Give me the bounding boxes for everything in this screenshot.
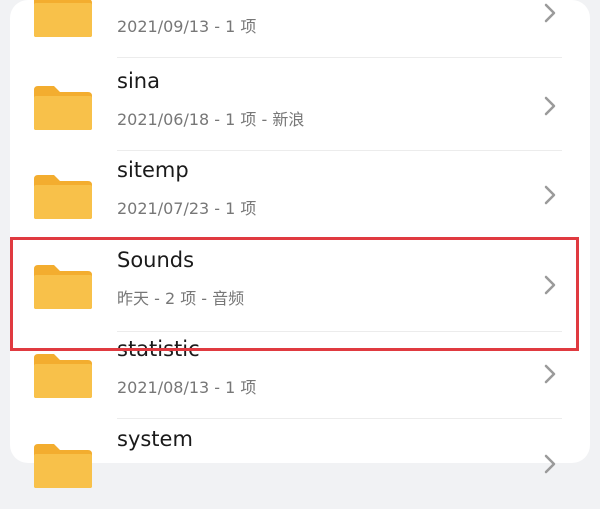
folder-meta: 2021/07/23 - 1 项 (117, 199, 257, 218)
folder-name: Sounds (117, 248, 195, 272)
folder-icon (34, 265, 92, 309)
folder-name: sina (117, 69, 160, 93)
folder-name: statistic (117, 337, 200, 361)
chevron-right-icon (544, 185, 556, 205)
folder-meta: 昨天 - 2 项 - 音频 (117, 289, 245, 308)
chevron-right-icon (544, 454, 556, 474)
folder-name: sitemp (117, 158, 189, 182)
chevron-right-icon (544, 364, 556, 384)
folder-row-setup[interactable]: setup 2021/09/13 - 1 项 (0, 0, 600, 58)
chevron-right-icon (544, 3, 556, 23)
folder-row-sitemp[interactable]: sitemp 2021/07/23 - 1 项 (0, 150, 600, 240)
folder-meta: 2021/06/18 - 1 项 - 新浪 (117, 110, 305, 129)
folder-meta: 2021/09/13 - 1 项 (117, 17, 257, 36)
divider (117, 57, 562, 58)
folder-name: system (117, 427, 193, 451)
folder-meta: 2021/08/13 - 1 项 (117, 378, 257, 397)
folder-icon (34, 354, 92, 398)
folder-row-sounds[interactable]: Sounds 昨天 - 2 项 - 音频 (0, 240, 600, 332)
folder-icon (34, 175, 92, 219)
chevron-right-icon (544, 96, 556, 116)
folder-row-system[interactable]: system (0, 419, 600, 509)
folder-icon (34, 0, 92, 37)
folder-icon (34, 444, 92, 488)
folder-row-statistic[interactable]: statistic 2021/08/13 - 1 项 (0, 329, 600, 419)
folder-row-sina[interactable]: sina 2021/06/18 - 1 项 - 新浪 (0, 61, 600, 151)
folder-icon (34, 86, 92, 130)
chevron-right-icon (544, 275, 556, 295)
